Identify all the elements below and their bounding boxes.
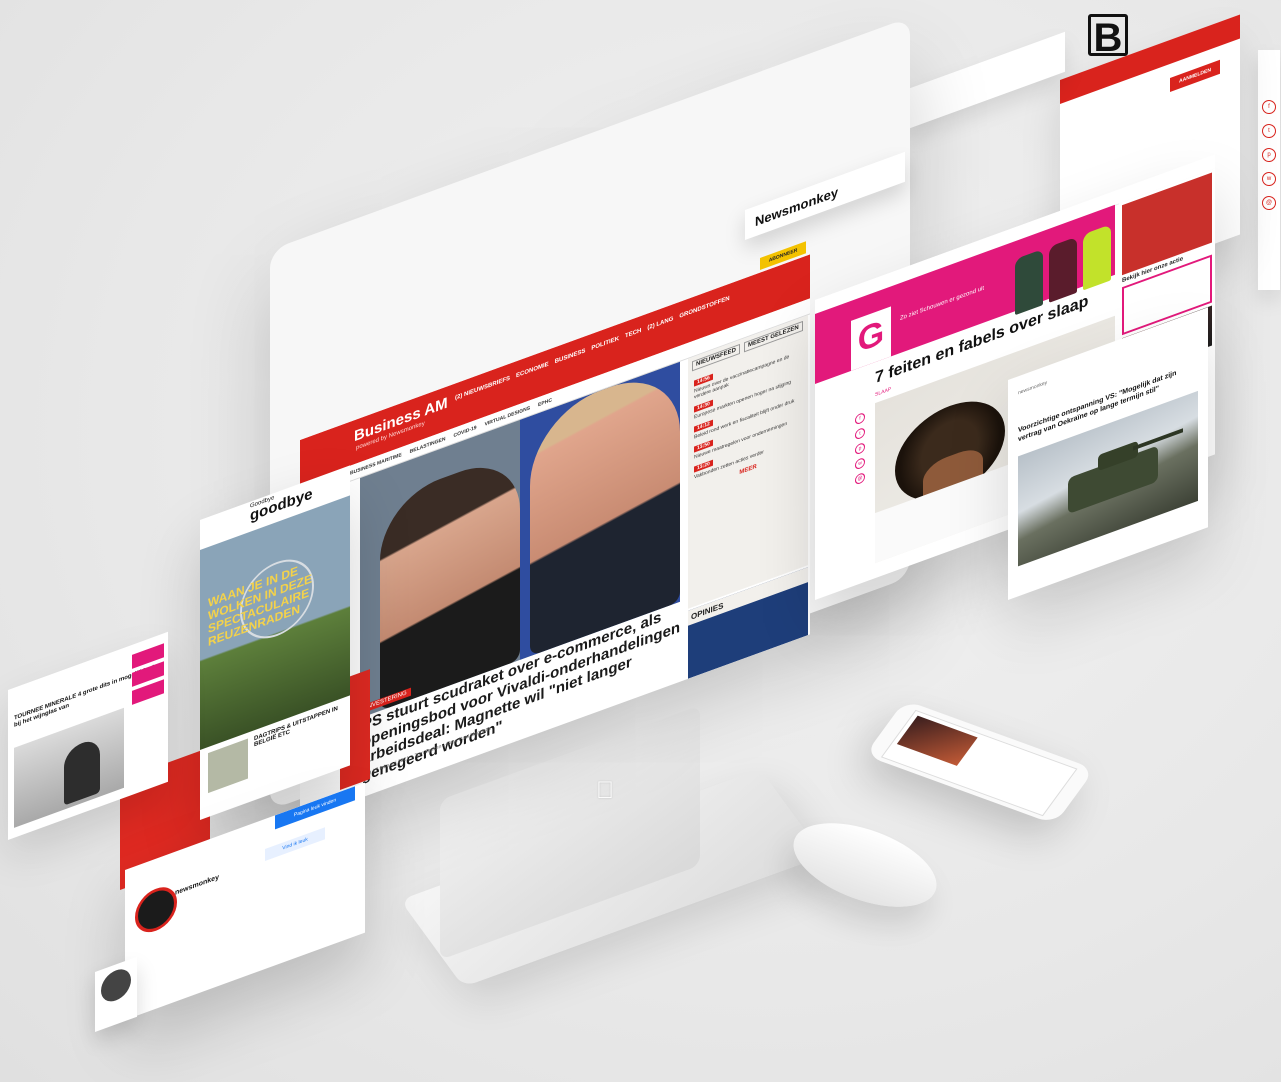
tank-barrel [1133, 428, 1183, 451]
iphone-image [896, 715, 978, 766]
twitter-icon[interactable]: t [1262, 124, 1276, 138]
gezond-logo[interactable]: G [851, 306, 891, 371]
nav-item[interactable]: ECONOMIE [516, 361, 549, 379]
whatsapp-icon[interactable]: w [855, 456, 865, 471]
twitter-icon[interactable]: t [855, 426, 865, 441]
pinterest-icon[interactable]: p [1262, 148, 1276, 162]
share-icons: f t p w @ [855, 411, 865, 486]
left-article-sidebar [132, 639, 164, 751]
nav-item[interactable]: (2) LANG [647, 316, 673, 331]
facebook-page-name[interactable]: newsmonkey [175, 874, 219, 897]
article-meta: SLAAP [875, 386, 892, 399]
iphone [864, 700, 1095, 825]
monkey-card [95, 956, 137, 1032]
subnav-item[interactable]: EPHC [538, 397, 552, 408]
facebook-icon[interactable]: f [1262, 100, 1276, 114]
facebook-icon[interactable]: f [855, 411, 865, 426]
newsmonkey-strip [905, 31, 1065, 130]
monkey-avatar[interactable] [135, 881, 177, 939]
goodbye-panel: Goodbye goodbye Waan je in de wolken in … [200, 465, 350, 820]
email-icon[interactable]: @ [855, 471, 865, 486]
jacket-yellow [1083, 224, 1111, 291]
news-sidebar: NIEUWSFEED MEEST GELEZEN 14:56 Nieuws ove… [688, 315, 808, 609]
nav-item[interactable]: TECH [625, 328, 641, 340]
apple-icon:  [596, 778, 618, 804]
whatsapp-icon[interactable]: w [1262, 172, 1276, 186]
nav-item[interactable]: GRONDSTOFFEN [679, 296, 729, 320]
card-thumb [208, 738, 248, 794]
nav-item[interactable]: (2) NIEUWSBRIEFS [455, 376, 510, 402]
email-icon[interactable]: @ [1262, 196, 1276, 210]
nav-item[interactable]: BUSINESS [555, 348, 586, 365]
magic-mouse [782, 806, 948, 924]
monkey-icon [101, 964, 131, 1006]
b-logo: B [1088, 14, 1128, 59]
red-site-button[interactable]: AANMELDEN [1170, 59, 1220, 92]
social-sidebar: f t p w @ [1258, 50, 1280, 290]
jacket-green [1015, 249, 1043, 316]
red-site-header [1060, 14, 1240, 104]
mockup-scene: f t p w @ B AANMELDEN Business AM powere… [0, 0, 1281, 1082]
jacket-maroon [1049, 236, 1077, 303]
pinterest-icon[interactable]: p [855, 441, 865, 456]
gezond-promo: Zo ziet Schouwen er gezond uit [900, 285, 985, 323]
iphone-screen[interactable] [880, 709, 1078, 817]
like-button[interactable]: Vind ik leuk [265, 827, 325, 862]
nav-item[interactable]: POLITIEK [591, 336, 619, 352]
